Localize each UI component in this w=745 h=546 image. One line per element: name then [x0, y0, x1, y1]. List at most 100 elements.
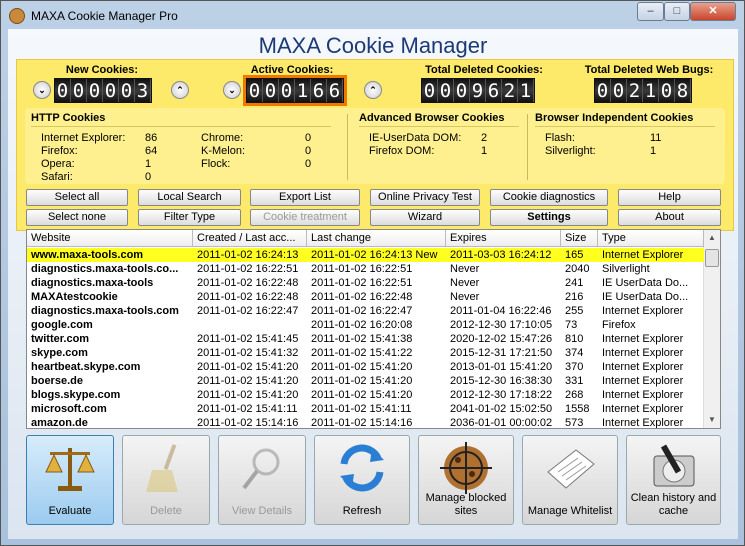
new-cookies-up-button[interactable]: ⌃: [171, 81, 189, 99]
table-row[interactable]: microsoft.com 2011-01-02 15:41:11 2011-01-…: [27, 402, 704, 416]
expires-cell: Never: [450, 277, 480, 289]
table-row[interactable]: MAXAtestcookie 2011-01-02 16:22:48 2011-01…: [27, 290, 704, 304]
column-header[interactable]: Website: [27, 230, 193, 247]
size-cell: 165: [565, 249, 584, 261]
last-change-cell: 2011-01-02 15:41:20: [311, 361, 413, 373]
size-cell: 331: [565, 375, 584, 387]
type-cell: Silverlight: [602, 263, 650, 275]
website-cell: MAXAtestcookie: [31, 291, 118, 303]
expires-cell: 2012-12-30 17:10:05: [450, 319, 553, 331]
scroll-up-button[interactable]: ▲: [704, 230, 720, 246]
app-heading: MAXA Cookie Manager: [258, 33, 488, 58]
table-row[interactable]: twitter.com 2011-01-02 15:41:45 2011-01-02…: [27, 332, 704, 346]
active-cookies-counter: 000166: [243, 75, 347, 106]
active-cookies-up-button[interactable]: ⌃: [364, 81, 382, 99]
table-row[interactable]: diagnostics.maxa-tools 2011-01-02 16:22:4…: [27, 276, 704, 290]
size-cell: 810: [565, 333, 584, 345]
refresh-icon: [334, 442, 390, 494]
settings-button[interactable]: Settings: [490, 209, 608, 226]
counter-digit: 1: [518, 79, 534, 102]
counter-digit: 0: [454, 79, 470, 102]
divider: [347, 114, 348, 180]
help-button[interactable]: Help: [618, 189, 721, 206]
export-list-button[interactable]: Export List: [250, 189, 360, 206]
cookie-icon: [9, 8, 25, 24]
about-button[interactable]: About: [618, 209, 721, 226]
cookie-diagnostics-button[interactable]: Cookie diagnostics: [490, 189, 608, 206]
created-cell: 2011-01-02 15:41:20: [197, 375, 299, 387]
active-cookies-down-button[interactable]: ⌄: [223, 81, 241, 99]
type-cell: Internet Explorer: [602, 375, 684, 387]
created-cell: 2011-01-02 15:41:32: [197, 347, 299, 359]
manage-whitelist-button[interactable]: Manage Whitelist: [522, 435, 618, 525]
size-cell: 2040: [565, 263, 590, 275]
counter-digit: 0: [279, 79, 295, 102]
http-cookies-heading: HTTP Cookies: [31, 112, 331, 127]
column-header[interactable]: Size: [561, 230, 598, 247]
created-cell: 2011-01-02 15:41:20: [197, 361, 299, 373]
table-row[interactable]: amazon.de 2011-01-02 15:14:16 2011-01-02 1…: [27, 416, 704, 429]
created-cell: 2011-01-02 15:14:16: [197, 417, 299, 429]
table-row[interactable]: www.maxa-tools.com 2011-01-02 16:24:13 201…: [27, 248, 704, 262]
close-button[interactable]: ✕: [690, 2, 736, 21]
local-search-button[interactable]: Local Search: [138, 189, 241, 206]
stat-value: 11: [650, 132, 662, 144]
table-row[interactable]: diagnostics.maxa-tools.co... 2011-01-02 1…: [27, 262, 704, 276]
last-change-cell: 2011-01-02 15:41:22: [311, 347, 413, 359]
created-cell: 2011-01-02 16:24:13: [197, 249, 299, 261]
column-header[interactable]: Created / Last acc...: [193, 230, 307, 247]
refresh-button[interactable]: Refresh: [314, 435, 410, 525]
filter-type-button[interactable]: Filter Type: [138, 209, 241, 226]
scroll-thumb[interactable]: [705, 249, 719, 267]
column-header[interactable]: Type: [598, 230, 704, 247]
document-icon: [542, 442, 598, 494]
select-none-button[interactable]: Select none: [26, 209, 128, 226]
delete-button[interactable]: Delete: [122, 435, 210, 525]
expires-cell: 2041-01-02 15:02:50: [450, 403, 553, 415]
wizard-button[interactable]: Wizard: [370, 209, 480, 226]
table-row[interactable]: skype.com 2011-01-02 15:41:32 2011-01-02 1…: [27, 346, 704, 360]
last-change-cell: 2011-01-02 16:22:48: [311, 291, 413, 303]
manage-blocked-sites-button[interactable]: Manage blocked sites: [418, 435, 514, 525]
privacy-test-button[interactable]: Online Privacy Test: [370, 189, 480, 206]
scroll-down-button[interactable]: ▼: [704, 412, 720, 428]
website-cell: diagnostics.maxa-tools: [31, 277, 154, 289]
column-header[interactable]: Last change: [307, 230, 446, 247]
stat-value: 1: [145, 158, 152, 170]
counter-digit: 1: [295, 79, 311, 102]
expires-cell: Never: [450, 263, 480, 275]
table-row[interactable]: boerse.de 2011-01-02 15:41:20 2011-01-02 1…: [27, 374, 704, 388]
stat-value: 2: [481, 132, 488, 144]
vertical-scrollbar[interactable]: ▲ ▼: [703, 230, 720, 428]
counter-digit: 0: [263, 79, 279, 102]
size-cell: 255: [565, 305, 584, 317]
view-details-button[interactable]: View Details: [218, 435, 306, 525]
table-row[interactable]: google.com 2011-01-02 16:20:08 2012-12-30 …: [27, 318, 704, 332]
last-change-cell: 2011-01-02 15:14:16: [311, 417, 413, 429]
maximize-button[interactable]: □: [664, 2, 690, 21]
clean-history-and-cache-button[interactable]: Clean history and cache: [626, 435, 721, 525]
size-cell: 374: [565, 347, 584, 359]
created-cell: 2011-01-02 16:22:48: [197, 291, 299, 303]
cookie-treatment-button[interactable]: Cookie treatment: [250, 209, 360, 226]
minimize-button[interactable]: –: [637, 2, 664, 21]
new-cookies-down-button[interactable]: ⌄: [33, 81, 51, 99]
action-label: Manage Whitelist: [527, 505, 613, 517]
counter-digit: 6: [327, 79, 343, 102]
cookie-table: ▲ ▼ Website Created / Last acc... Last cha…: [26, 229, 721, 429]
evaluate-button[interactable]: Evaluate: [26, 435, 114, 525]
size-cell: 216: [565, 291, 584, 303]
type-cell: Internet Explorer: [602, 361, 684, 373]
table-row[interactable]: blogs.skype.com 2011-01-02 15:41:20 2011-0…: [27, 388, 704, 402]
website-cell: diagnostics.maxa-tools.co...: [31, 263, 179, 275]
active-cookies-label: Active Cookies:: [250, 64, 334, 76]
select-all-button[interactable]: Select all: [26, 189, 128, 206]
stat-value: 86: [145, 132, 158, 144]
size-cell: 241: [565, 277, 584, 289]
created-cell: 2011-01-02 16:22:51: [197, 263, 299, 275]
table-row[interactable]: heartbeat.skype.com 2011-01-02 15:41:20 20…: [27, 360, 704, 374]
table-row[interactable]: diagnostics.maxa-tools.com 2011-01-02 16:…: [27, 304, 704, 318]
counter-digit: 0: [595, 79, 611, 102]
website-cell: microsoft.com: [31, 403, 107, 415]
column-header[interactable]: Expires: [446, 230, 561, 247]
